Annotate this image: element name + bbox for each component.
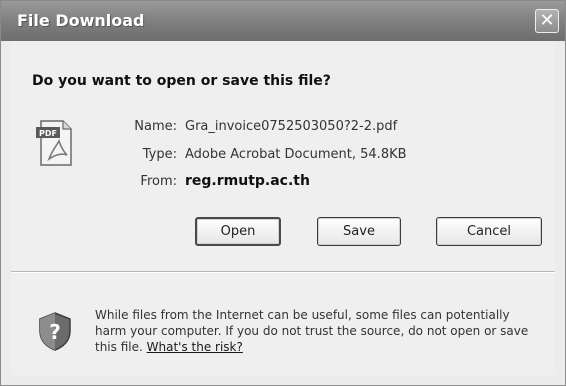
file-name-value: Gra_invoice0752503050?2-2.pdf xyxy=(185,119,398,134)
from-label: From: xyxy=(140,174,177,189)
dialog-title: File Download xyxy=(17,11,145,30)
file-download-dialog: File Download ✕ Do you want to open or s… xyxy=(0,0,566,386)
question-text: Do you want to open or save this file? xyxy=(32,73,331,89)
security-warning: While files from the Internet can be use… xyxy=(95,307,543,355)
name-label: Name: xyxy=(134,119,177,134)
whats-the-risk-link[interactable]: What's the risk? xyxy=(147,340,243,354)
save-button[interactable]: Save xyxy=(317,217,401,246)
file-type-value: Adobe Acrobat Document, 54.8KB xyxy=(185,147,407,162)
shield-question-icon: ? xyxy=(39,312,71,351)
type-label: Type: xyxy=(142,147,177,162)
open-button[interactable]: Open xyxy=(195,217,281,246)
title-bar[interactable]: File Download ✕ xyxy=(1,1,565,41)
pdf-badge-text: PDF xyxy=(39,129,57,138)
file-source-value: reg.rmutp.ac.th xyxy=(185,173,310,189)
dialog-body: Do you want to open or save this file? P… xyxy=(11,41,555,375)
close-icon: ✕ xyxy=(539,10,555,31)
svg-text:?: ? xyxy=(49,320,61,344)
cancel-button[interactable]: Cancel xyxy=(436,217,542,246)
pdf-file-icon: PDF xyxy=(36,120,72,166)
close-button[interactable]: ✕ xyxy=(535,9,559,33)
separator-highlight xyxy=(11,272,555,273)
